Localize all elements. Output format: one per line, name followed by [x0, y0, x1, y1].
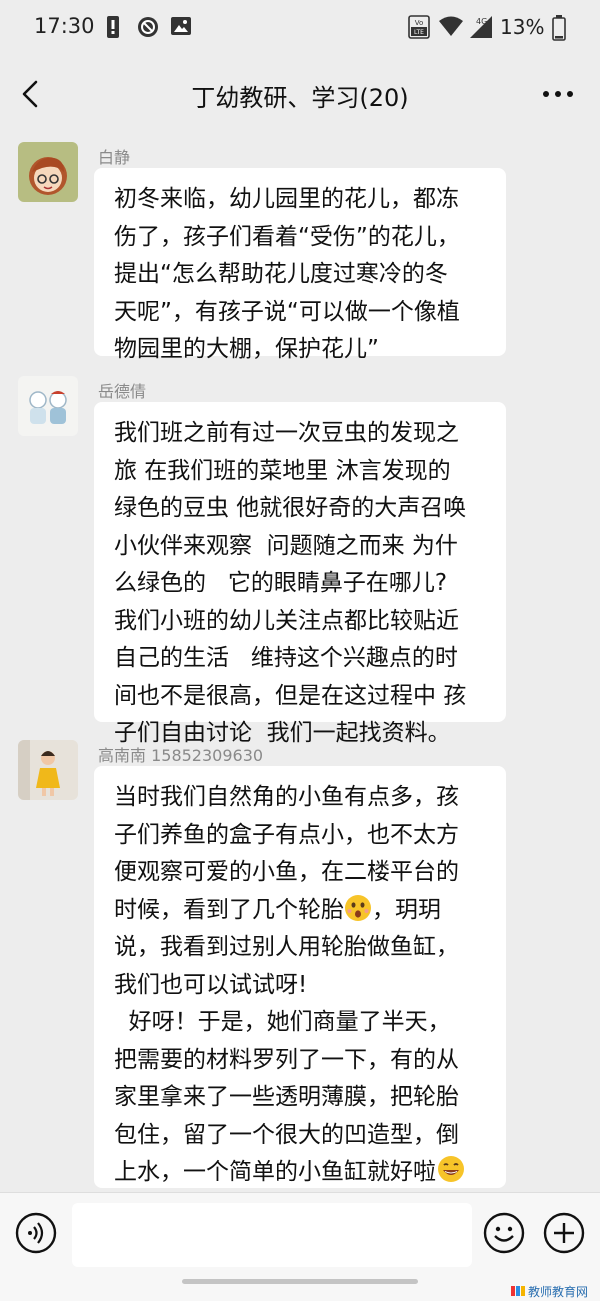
- message-text-line: 家里拿来了一些透明薄膜，把轮胎: [114, 1084, 459, 1110]
- message-text-segment: 时候，看到了几个轮胎: [114, 896, 344, 923]
- chat-input-bar: 教师教育网: [0, 1192, 600, 1301]
- alert-notification-icon: [107, 16, 119, 38]
- message-text-line: 旅 在我们班的菜地里 沐言发现的: [114, 457, 451, 484]
- plus-icon: [543, 1212, 585, 1254]
- wifi-icon: [439, 16, 463, 36]
- svg-text:Vo: Vo: [415, 19, 424, 27]
- avatar[interactable]: [18, 376, 78, 436]
- message-text-line: 便观察可爱的小鱼，在二楼平台的: [114, 859, 459, 885]
- message-bubble[interactable]: 初冬来临，幼儿园里的花儿，都冻 伤了，孩子们看着“受伤”的花儿， 提出“怎么帮助…: [94, 168, 506, 362]
- more-dots-icon: [543, 91, 573, 97]
- chat-title-bar: 丁幼教研、学习(20): [0, 56, 600, 132]
- message-text-line: 提出“怎么帮助花儿度过寒冷的冬: [114, 261, 448, 287]
- message-text-line: 说，我看到过别人用轮胎做鱼缸，: [114, 934, 459, 960]
- avatar[interactable]: [18, 142, 78, 202]
- message-text-line: 把需要的材料罗列了一下，有的从: [114, 1046, 459, 1073]
- message-text-line: 绿色的豆虫 他就很好奇的大声召唤: [114, 495, 467, 521]
- message-text-segment: ，玥玥: [372, 896, 441, 923]
- message-text-line: 间也不是很高，但是在这过程中 孩: [114, 682, 467, 709]
- home-indicator[interactable]: [182, 1279, 418, 1284]
- message-text-line: 好呀！于是，她们商量了半天，: [114, 1009, 451, 1035]
- message-text-line: 么绿色的 它的眼睛鼻子在哪儿?: [114, 570, 448, 596]
- battery-icon: [552, 15, 566, 41]
- status-time: 17:30: [34, 14, 95, 38]
- message-text-line: 上水，一个简单的小鱼缸就好啦: [114, 1154, 486, 1192]
- app-notification-icon: [138, 17, 158, 37]
- message-bubble[interactable]: 我们班之前有过一次豆虫的发现之 旅 在我们班的菜地里 沐言发现的 绿色的豆虫 他…: [94, 402, 506, 746]
- sender-name: 高南南 15852309630: [98, 746, 264, 765]
- message-text-line: 初冬来临，幼儿园里的花儿，都冻: [114, 186, 459, 212]
- sender-name: 白静: [98, 148, 131, 167]
- grinning-face-emoji-icon: [438, 1156, 464, 1182]
- message-bubble[interactable]: 当时我们自然角的小鱼有点多，孩 子们养鱼的盒子有点小，也不太方 便观察可爱的小鱼…: [94, 766, 506, 1220]
- message-text-line: 天呢”，有孩子说“可以做一个像植: [114, 298, 460, 325]
- cartoon-couple-avatar-icon: [18, 376, 78, 436]
- message-text-line: 自己的生活 维持这个兴趣点的时: [114, 645, 458, 671]
- message-text-line: 我们班之前有过一次豆虫的发现之: [114, 420, 459, 446]
- svg-text:4G: 4G: [476, 17, 487, 26]
- message-text-line: 当时我们自然角的小鱼有点多，孩: [114, 784, 459, 810]
- battery-percent: 13%: [500, 15, 545, 39]
- volte-icon: Vo LTE: [408, 15, 430, 39]
- message-text-line: 物园里的大棚，保护花儿”: [114, 336, 379, 362]
- status-bar: 17:30 Vo LTE 4G 13%: [0, 0, 600, 56]
- surprised-face-emoji-icon: [345, 894, 371, 921]
- sender-name: 岳德倩: [98, 382, 147, 401]
- cellular-signal-icon: 4G: [470, 16, 492, 38]
- message-text-line: 子们养鱼的盒子有点小，也不太方: [114, 821, 459, 848]
- message-text-line: 我们小班的幼儿关注点都比较贴近: [114, 607, 459, 634]
- child-photo-avatar-icon: [18, 740, 78, 800]
- message-text-segment: 上水，一个简单的小鱼缸就好啦: [114, 1159, 436, 1185]
- girl-cartoon-avatar-icon: [18, 142, 78, 202]
- image-notification-icon: [171, 17, 191, 35]
- svg-text:LTE: LTE: [414, 29, 424, 36]
- avatar[interactable]: [18, 740, 78, 800]
- svg-text:教师教育网: 教师教育网: [528, 1284, 588, 1299]
- more-options-button[interactable]: [538, 80, 578, 108]
- message-text-line: 时候，看到了几个轮胎 ，玥玥: [114, 892, 486, 930]
- emoji-button[interactable]: [482, 1211, 526, 1255]
- message-text-line: 伤了，孩子们看着“受伤”的花儿，: [114, 223, 460, 250]
- more-functions-button[interactable]: [542, 1211, 586, 1255]
- message-text-line: 包住，留了一个很大的凹造型，倒: [114, 1121, 459, 1148]
- message-text-line: 小伙伴来观察 问题随之而来 为什: [114, 532, 458, 559]
- message-input[interactable]: [72, 1203, 472, 1267]
- chat-title: 丁幼教研、学习(20): [191, 84, 409, 112]
- message-text-line: 我们也可以试试呀!: [114, 971, 308, 998]
- smiley-icon: [483, 1212, 525, 1254]
- voice-input-button[interactable]: [14, 1211, 58, 1255]
- voice-icon: [15, 1212, 57, 1254]
- site-watermark-logo: 教师教育网: [511, 1284, 588, 1299]
